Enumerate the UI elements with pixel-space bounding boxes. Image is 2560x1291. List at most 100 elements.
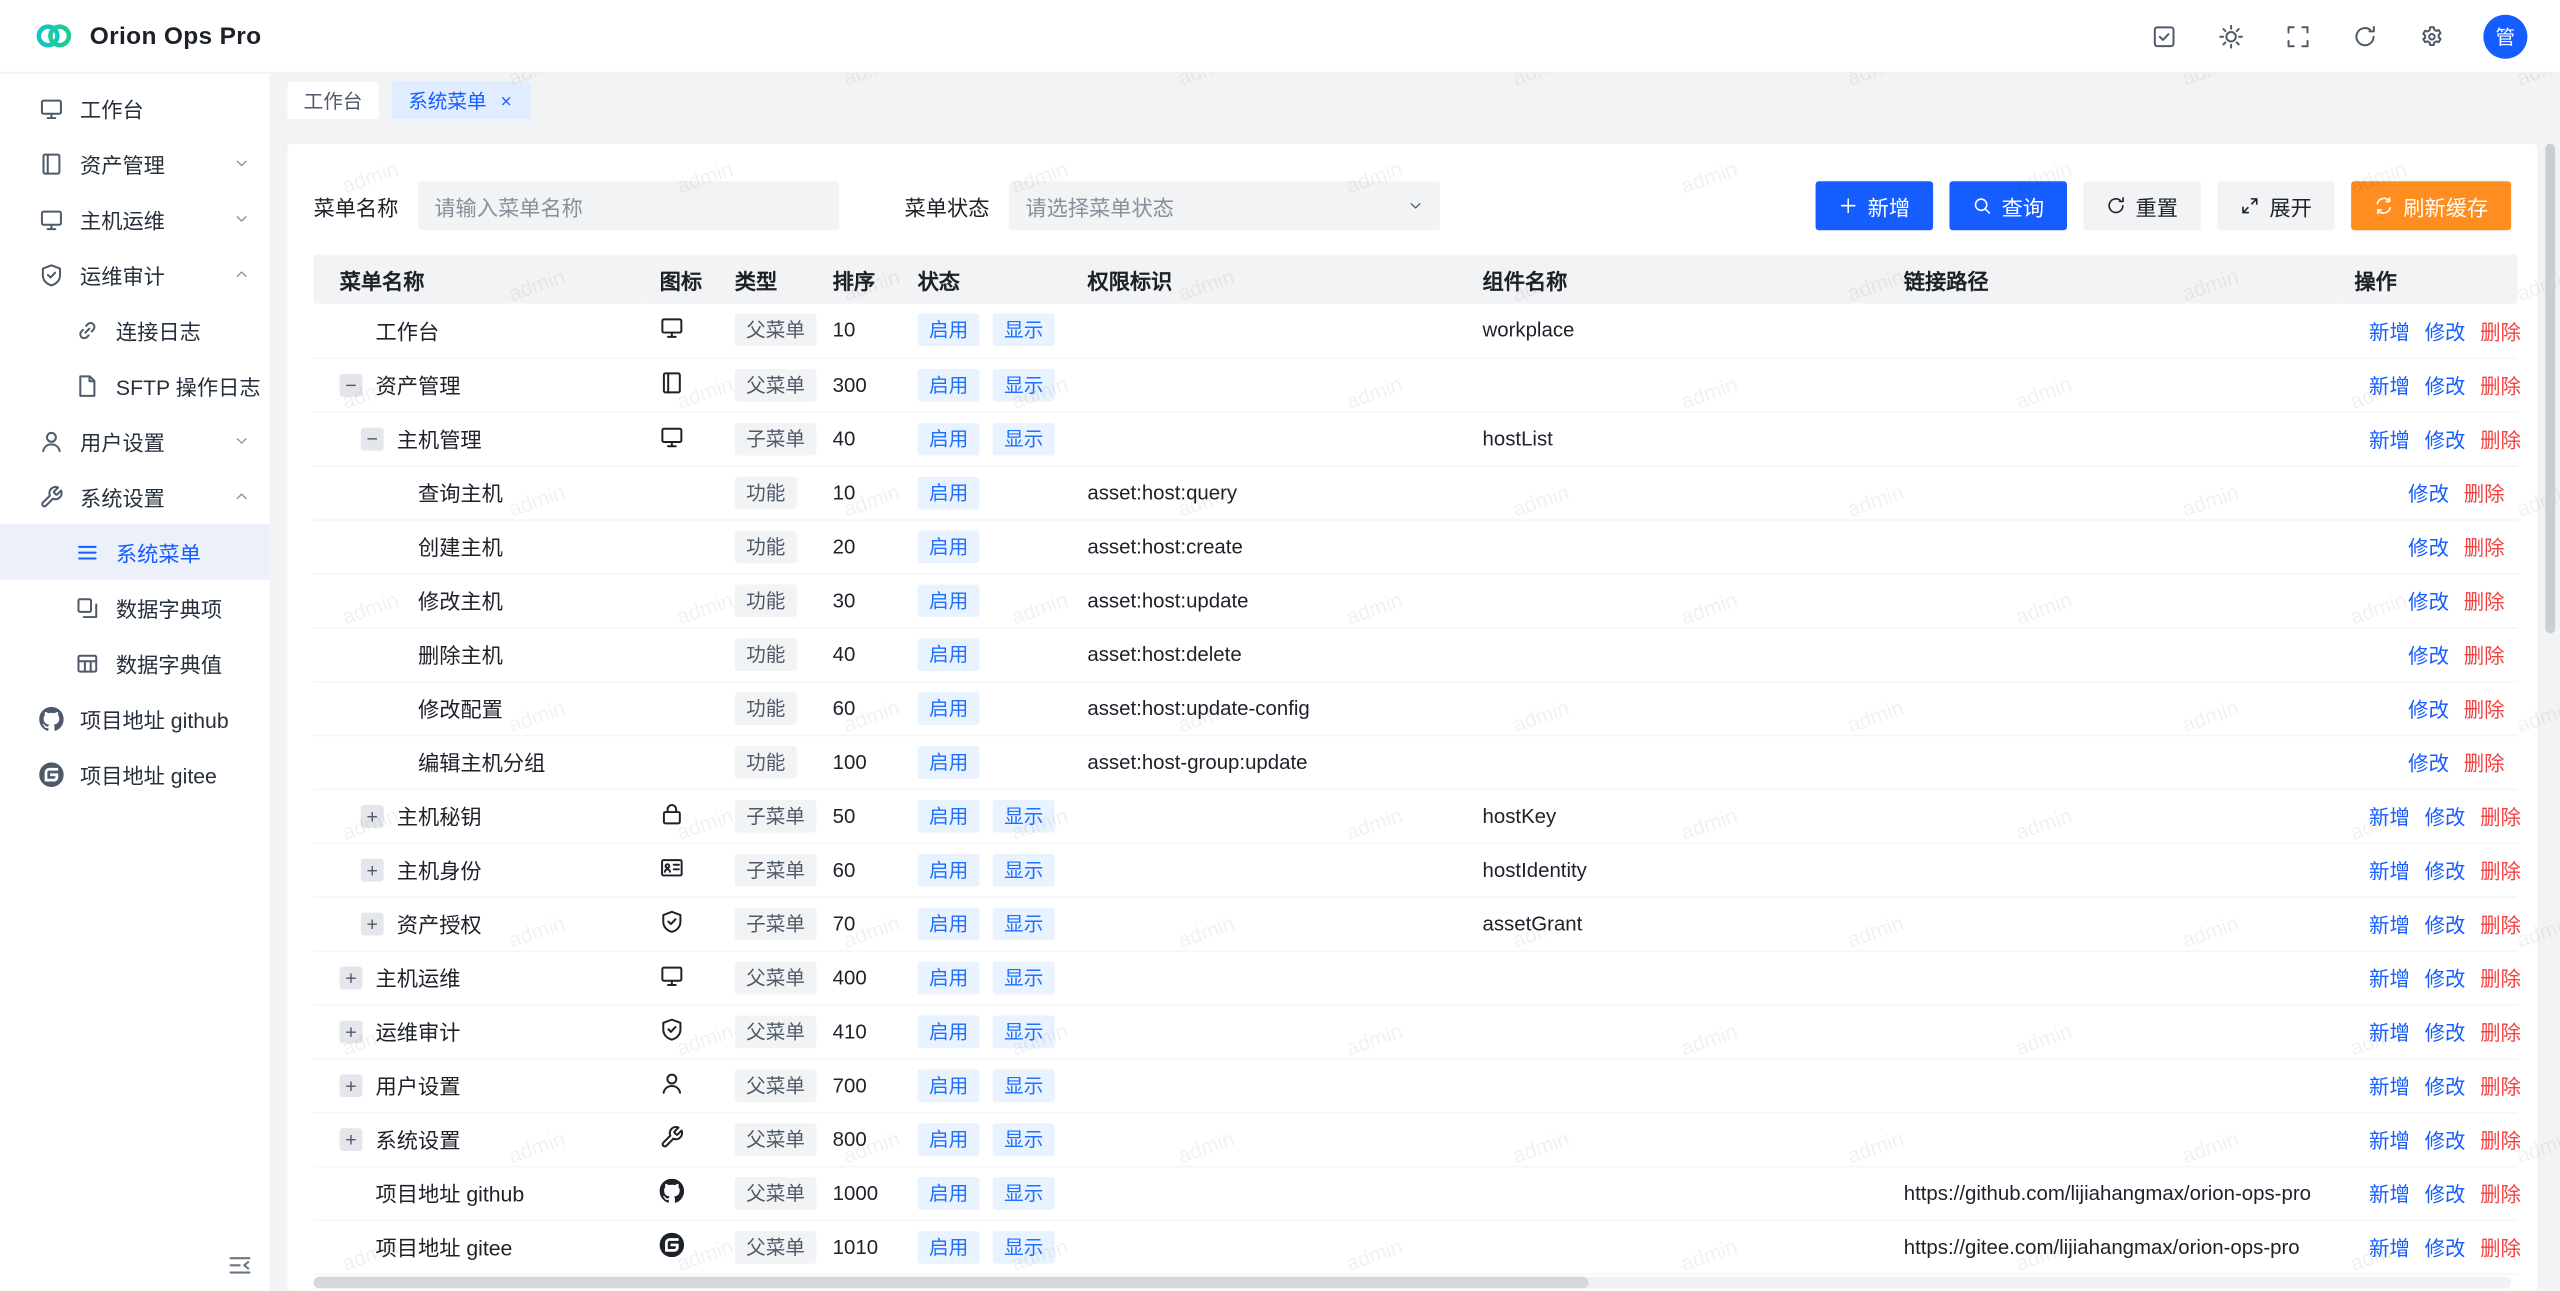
add-link[interactable]: 新增 xyxy=(2369,321,2410,344)
delete-link[interactable]: 删除 xyxy=(2464,591,2505,614)
vertical-scrollbar[interactable] xyxy=(2545,144,2555,634)
delete-link[interactable]: 删除 xyxy=(2480,860,2521,883)
sort-value: 700 xyxy=(833,1074,867,1097)
delete-link[interactable]: 删除 xyxy=(2480,1130,2521,1153)
delete-link[interactable]: 删除 xyxy=(2464,699,2505,722)
delete-link[interactable]: 删除 xyxy=(2464,645,2505,668)
edit-link[interactable]: 修改 xyxy=(2425,1238,2466,1261)
edit-link[interactable]: 修改 xyxy=(2425,1076,2466,1099)
watermark-text: admin xyxy=(1509,73,1572,90)
query-button[interactable]: 查询 xyxy=(1949,181,2067,230)
edit-link[interactable]: 修改 xyxy=(2408,591,2449,614)
header-actions: 管 xyxy=(2152,14,2528,58)
add-link[interactable]: 新增 xyxy=(2369,1184,2410,1207)
fullscreen-icon[interactable] xyxy=(2286,24,2310,48)
delete-link[interactable]: 删除 xyxy=(2464,483,2505,506)
sidebar-item-gitee[interactable]: 项目地址 gitee xyxy=(0,746,269,802)
horizontal-scrollbar-thumb[interactable] xyxy=(313,1277,1588,1288)
sun-icon[interactable] xyxy=(2219,24,2243,48)
add-link[interactable]: 新增 xyxy=(2369,968,2410,991)
menu-name: 资产授权 xyxy=(397,908,482,939)
tree-plus-toggle[interactable]: + xyxy=(361,912,384,935)
delete-link[interactable]: 删除 xyxy=(2480,807,2521,830)
add-link[interactable]: 新增 xyxy=(2369,914,2410,937)
gear-icon[interactable] xyxy=(2420,24,2444,48)
close-icon[interactable] xyxy=(498,92,514,108)
delete-link[interactable]: 删除 xyxy=(2480,1022,2521,1045)
menu-status-select[interactable]: 请选择菜单状态 xyxy=(1009,181,1440,230)
add-link[interactable]: 新增 xyxy=(2369,1076,2410,1099)
delete-link[interactable]: 删除 xyxy=(2480,376,2521,399)
sidebar-item-dict-value[interactable]: 数据字典值 xyxy=(0,635,269,691)
edit-link[interactable]: 修改 xyxy=(2425,860,2466,883)
tab-system-menu[interactable]: 系统菜单 xyxy=(392,82,531,120)
add-link[interactable]: 新增 xyxy=(2369,1130,2410,1153)
expand-button[interactable]: 展开 xyxy=(2217,181,2335,230)
sidebar-item-sftp-log[interactable]: SFTP 操作日志 xyxy=(0,358,269,414)
edit-link[interactable]: 修改 xyxy=(2425,1184,2466,1207)
add-link[interactable]: 新增 xyxy=(2369,376,2410,399)
tree-plus-toggle[interactable]: + xyxy=(340,1127,363,1150)
tab-workbench[interactable]: 工作台 xyxy=(287,82,378,120)
delete-link[interactable]: 删除 xyxy=(2480,429,2521,452)
edit-link[interactable]: 修改 xyxy=(2408,483,2449,506)
delete-link[interactable]: 删除 xyxy=(2480,968,2521,991)
table-row: +主机秘钥子菜单50启用显示hostKey新增修改删除 xyxy=(313,789,2517,843)
add-button[interactable]: 新增 xyxy=(1815,181,1933,230)
tree-plus-toggle[interactable]: + xyxy=(361,858,384,881)
user-avatar[interactable]: 管 xyxy=(2483,14,2527,58)
sidebar-item-workbench[interactable]: 工作台 xyxy=(0,80,269,136)
delete-link[interactable]: 删除 xyxy=(2464,753,2505,776)
status-tag: 启用 xyxy=(918,745,980,778)
sidebar-item-connection-log[interactable]: 连接日志 xyxy=(0,302,269,358)
delete-link[interactable]: 删除 xyxy=(2480,321,2521,344)
sidebar-item-asset-management[interactable]: 资产管理 xyxy=(0,136,269,192)
add-link[interactable]: 新增 xyxy=(2369,1238,2410,1261)
delete-link[interactable]: 删除 xyxy=(2464,537,2505,560)
reset-button[interactable]: 重置 xyxy=(2083,181,2201,230)
edit-link[interactable]: 修改 xyxy=(2408,537,2449,560)
sidebar-item-user-settings[interactable]: 用户设置 xyxy=(0,413,269,469)
sidebar-item-label: 工作台 xyxy=(80,92,144,123)
edit-link[interactable]: 修改 xyxy=(2408,699,2449,722)
edit-link[interactable]: 修改 xyxy=(2425,321,2466,344)
edit-link[interactable]: 修改 xyxy=(2425,1022,2466,1045)
tree-minus-toggle[interactable]: − xyxy=(361,427,384,450)
edit-link[interactable]: 修改 xyxy=(2425,807,2466,830)
edit-link[interactable]: 修改 xyxy=(2425,429,2466,452)
sidebar-item-host-ops[interactable]: 主机运维 xyxy=(0,191,269,247)
sidebar-collapse-icon[interactable] xyxy=(227,1252,253,1278)
delete-link[interactable]: 删除 xyxy=(2480,1076,2521,1099)
edit-link[interactable]: 修改 xyxy=(2425,376,2466,399)
add-link[interactable]: 新增 xyxy=(2369,429,2410,452)
delete-link[interactable]: 删除 xyxy=(2480,1184,2521,1207)
edit-link[interactable]: 修改 xyxy=(2408,645,2449,668)
refresh-cache-button[interactable]: 刷新缓存 xyxy=(2351,181,2511,230)
square-check-icon[interactable] xyxy=(2152,24,2176,48)
edit-link[interactable]: 修改 xyxy=(2425,968,2466,991)
edit-link[interactable]: 修改 xyxy=(2425,1130,2466,1153)
tree-plus-toggle[interactable]: + xyxy=(340,1074,363,1097)
table-row: −主机管理子菜单40启用显示hostList新增修改删除 xyxy=(313,411,2517,465)
tree-plus-toggle[interactable]: + xyxy=(361,804,384,827)
tree-minus-toggle[interactable]: − xyxy=(340,373,363,396)
edit-link[interactable]: 修改 xyxy=(2408,753,2449,776)
status-tag: 启用 xyxy=(918,314,980,347)
sidebar-item-dict-item[interactable]: 数据字典项 xyxy=(0,580,269,636)
tree-plus-toggle[interactable]: + xyxy=(340,1020,363,1043)
sidebar-item-ops-audit[interactable]: 运维审计 xyxy=(0,247,269,303)
add-link[interactable]: 新增 xyxy=(2369,1022,2410,1045)
refresh-icon[interactable] xyxy=(2353,24,2377,48)
sidebar-item-github[interactable]: 项目地址 github xyxy=(0,691,269,747)
add-link[interactable]: 新增 xyxy=(2369,807,2410,830)
add-link[interactable]: 新增 xyxy=(2369,860,2410,883)
sidebar-item-system-menu[interactable]: 系统菜单 xyxy=(0,524,269,580)
menu-name-input[interactable]: 请输入菜单名称 xyxy=(418,181,839,230)
delete-link[interactable]: 删除 xyxy=(2480,914,2521,937)
delete-link[interactable]: 删除 xyxy=(2480,1238,2521,1261)
edit-link[interactable]: 修改 xyxy=(2425,914,2466,937)
status-tag: 启用 xyxy=(918,1122,980,1155)
tree-plus-toggle[interactable]: + xyxy=(340,966,363,989)
table-row: 创建主机功能20启用asset:host:create修改删除 xyxy=(313,519,2517,573)
sidebar-item-system-settings[interactable]: 系统设置 xyxy=(0,469,269,525)
